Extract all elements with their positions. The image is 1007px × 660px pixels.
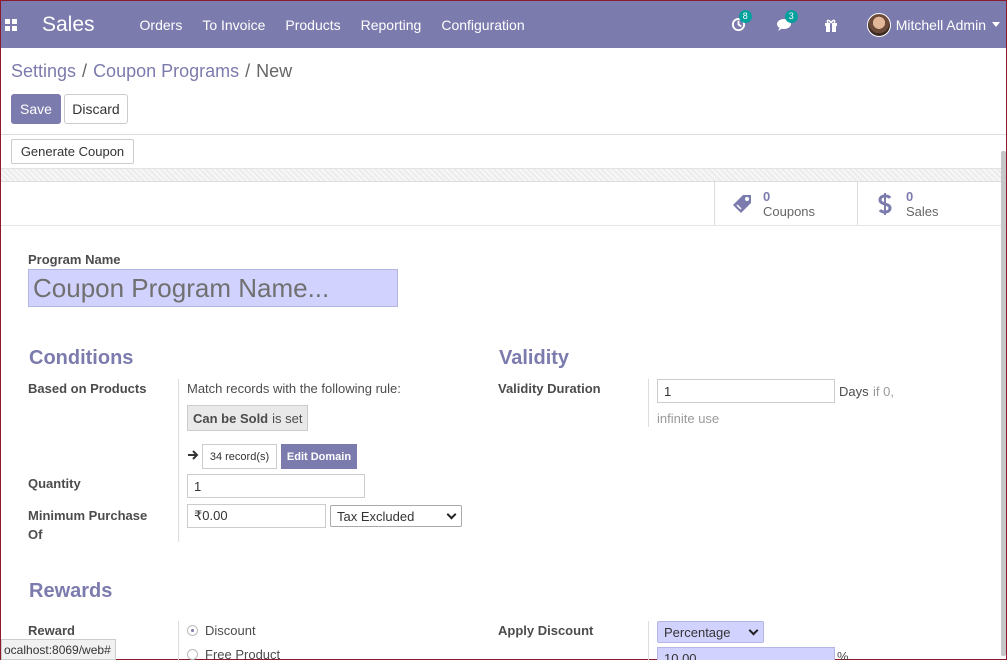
main-menu: Orders To Invoice Products Reporting Con…	[140, 17, 545, 33]
gift-icon[interactable]	[821, 15, 841, 35]
ticket-icon	[731, 193, 753, 215]
systray: 8 3 Mitchell Admin	[729, 1, 1006, 48]
top-navbar: Sales Orders To Invoice Products Reporti…	[1, 1, 1006, 48]
program-name-label: Program Name	[28, 252, 121, 267]
sales-label: Sales	[906, 203, 939, 219]
browser-status-url: ocalhost:8069/web#	[1, 639, 116, 660]
save-button[interactable]: Save	[11, 94, 61, 124]
quantity-input[interactable]	[187, 474, 365, 498]
coupons-smart-button[interactable]: 0 Coupons	[714, 182, 857, 225]
chevron-down-icon	[446, 509, 457, 519]
reward-type-label: Reward	[28, 623, 75, 638]
validity-duration-input[interactable]	[657, 379, 835, 403]
edit-domain-button[interactable]: Edit Domain	[281, 444, 357, 469]
apps-grid-icon[interactable]	[5, 18, 17, 31]
chevron-down-icon[interactable]	[992, 22, 1000, 27]
activity-badge: 8	[738, 9, 752, 23]
quantity-label: Quantity	[28, 476, 81, 491]
program-name-input[interactable]	[28, 269, 398, 307]
coupons-count: 0	[763, 188, 771, 204]
validity-hint-2: infinite use	[657, 411, 720, 426]
apply-discount-label: Apply Discount	[498, 623, 594, 638]
breadcrumb-current: New	[256, 61, 293, 81]
menu-orders[interactable]: Orders	[140, 17, 183, 33]
reward-discount-label: Discount	[205, 623, 256, 638]
tax-mode-value: Tax Excluded	[337, 508, 415, 524]
sales-smart-button[interactable]: 0 Sales	[857, 182, 1002, 225]
field-separator	[178, 621, 179, 660]
field-separator	[178, 379, 179, 542]
tax-mode-select[interactable]: Tax Excluded	[330, 505, 462, 527]
control-panel-divider	[1, 134, 1006, 135]
domain-rule-chip[interactable]: Can be Sold is set	[187, 405, 308, 431]
app-brand[interactable]: Sales	[42, 13, 95, 37]
messages-chat-icon[interactable]: 3	[775, 9, 798, 35]
based-on-products-label: Based on Products	[28, 381, 147, 396]
menu-products[interactable]: Products	[285, 17, 340, 33]
button-box-divider	[1, 225, 1006, 226]
percent-unit: %	[837, 649, 849, 660]
field-separator	[648, 621, 649, 660]
menu-to-invoice[interactable]: To Invoice	[202, 17, 265, 33]
discount-percentage-input[interactable]	[657, 647, 835, 660]
reward-free-product-radio[interactable]	[187, 649, 198, 660]
reward-discount-radio[interactable]	[187, 625, 198, 636]
coupons-label: Coupons	[763, 203, 816, 219]
breadcrumb-settings[interactable]: Settings	[11, 61, 76, 82]
breadcrumb-coupon-programs[interactable]: Coupon Programs	[93, 61, 239, 82]
field-separator	[648, 379, 649, 427]
chevron-down-icon	[748, 625, 759, 635]
messages-badge: 3	[784, 9, 798, 23]
records-count-button[interactable]: 34 record(s)	[202, 444, 277, 469]
domain-field: Can be Sold	[193, 410, 269, 426]
reward-free-product-label: Free Product	[205, 647, 281, 660]
menu-reporting[interactable]: Reporting	[361, 17, 422, 33]
validity-title: Validity	[499, 347, 570, 369]
vertical-scrollbar[interactable]	[1001, 151, 1006, 656]
apply-discount-select[interactable]: Percentage	[657, 621, 764, 643]
user-avatar[interactable]	[866, 12, 891, 37]
minimum-purchase-input[interactable]	[187, 504, 326, 528]
form-statusbar-stripe	[1, 168, 1006, 181]
validity-duration-label: Validity Duration	[498, 381, 601, 396]
generate-coupon-button[interactable]: Generate Coupon	[11, 139, 134, 164]
validity-hint-1: if 0,	[873, 384, 894, 399]
menu-configuration[interactable]: Configuration	[441, 17, 524, 33]
dollar-icon	[874, 192, 896, 215]
rule-text: Match records with the following rule:	[187, 381, 401, 396]
apply-discount-value: Percentage	[664, 624, 731, 640]
activity-clock-icon[interactable]: 8	[729, 9, 752, 35]
domain-operator: is set	[272, 410, 303, 426]
breadcrumb-separator: /	[82, 61, 88, 81]
user-name[interactable]: Mitchell Admin	[896, 17, 986, 33]
breadcrumb: Settings / Coupon Programs / New	[11, 61, 292, 82]
conditions-title: Conditions	[29, 347, 134, 369]
arrow-right-icon	[187, 448, 199, 464]
sales-count: 0	[906, 188, 914, 204]
breadcrumb-separator: /	[245, 61, 251, 81]
rewards-title: Rewards	[29, 580, 113, 602]
days-unit: Days	[839, 384, 869, 399]
discard-button[interactable]: Discard	[64, 94, 128, 124]
minimum-purchase-label: Minimum Purchase Of	[28, 508, 148, 542]
